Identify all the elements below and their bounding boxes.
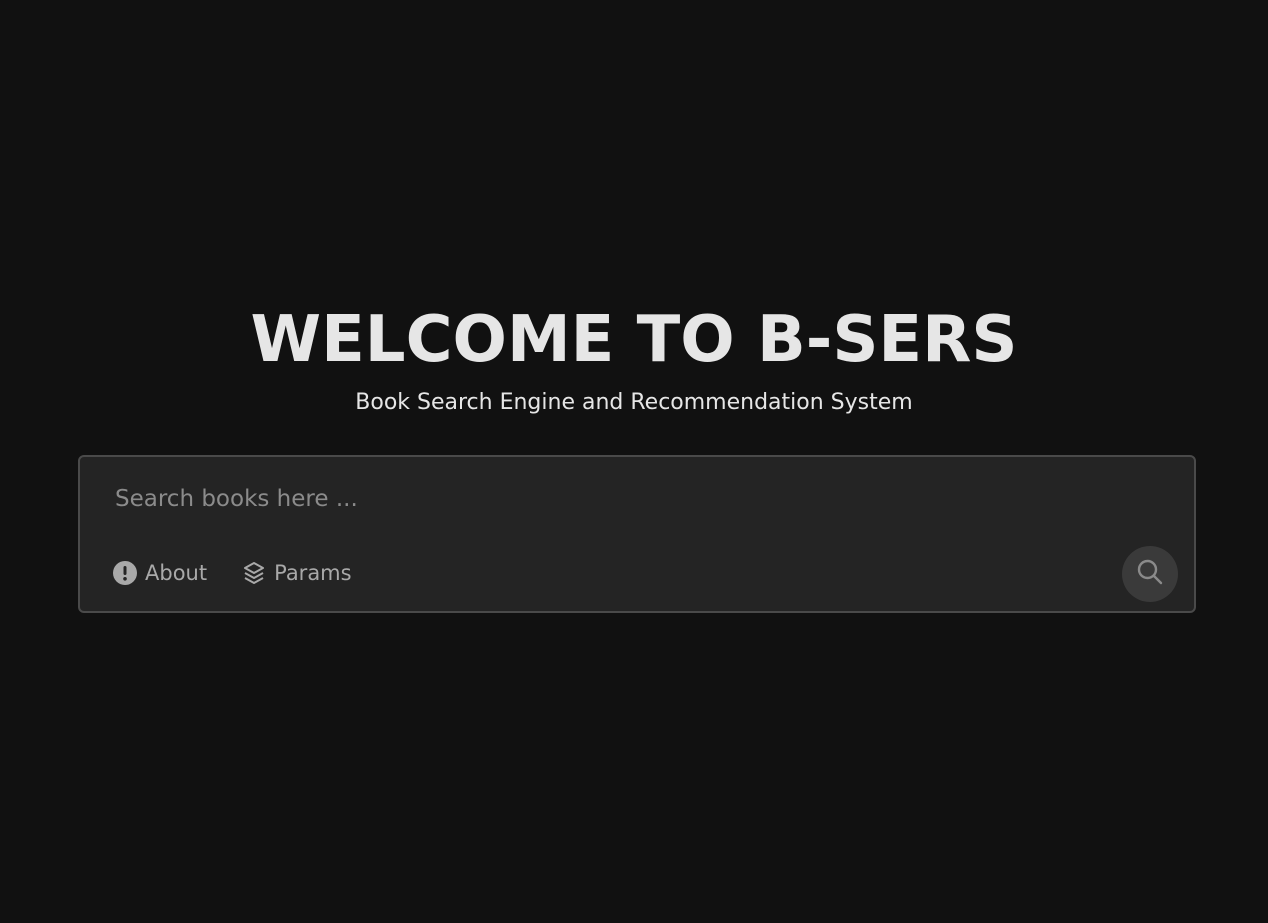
params-label: Params bbox=[274, 561, 352, 585]
info-exclamation-icon bbox=[112, 560, 138, 586]
params-button[interactable]: Params bbox=[241, 559, 352, 587]
about-label: About bbox=[145, 561, 208, 585]
search-button[interactable] bbox=[1122, 546, 1178, 602]
layers-icon bbox=[241, 560, 267, 586]
page-subtitle: Book Search Engine and Recommendation Sy… bbox=[355, 390, 913, 415]
page-title: WELCOME TO B-SERS bbox=[250, 303, 1018, 377]
search-toolbar: About Params bbox=[112, 559, 386, 587]
about-button[interactable]: About bbox=[112, 559, 207, 587]
search-input[interactable] bbox=[100, 479, 1100, 519]
search-icon bbox=[1136, 558, 1164, 590]
page: WELCOME TO B-SERS Book Search Engine and… bbox=[0, 0, 1268, 923]
search-card: About Params bbox=[78, 455, 1196, 613]
